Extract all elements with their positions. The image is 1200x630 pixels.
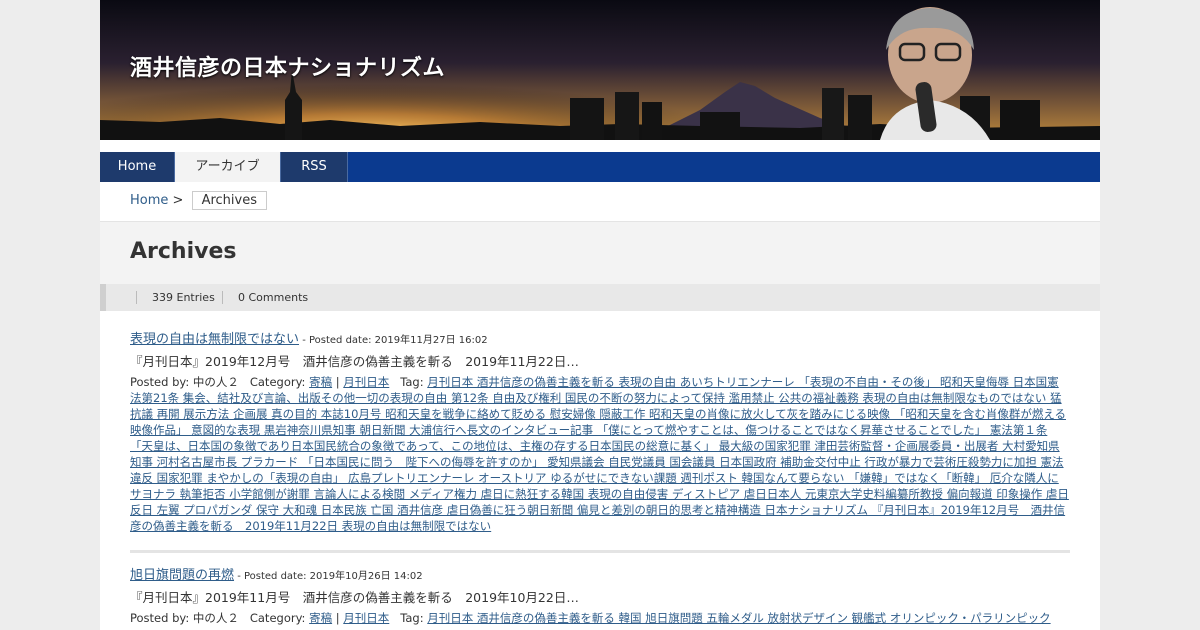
archive-meta-bar: 339 Entries 0 Comments	[100, 284, 1100, 311]
site-title[interactable]: 酒井信彦の日本ナショナリズム	[130, 50, 445, 82]
breadcrumb: Home > Archives	[130, 191, 267, 210]
post-title-line: 表現の自由は無制限ではない - Posted date: 2019年11月27日…	[130, 332, 1070, 349]
post-tags[interactable]: 月刊日本 酒井信彦の偽善主義を斬る 表現の自由 あいちトリエンナーレ 「表現の不…	[130, 375, 1069, 533]
post-author: Posted by: 中の人２	[130, 375, 239, 389]
breadcrumb-home-link[interactable]: Home	[130, 193, 168, 208]
breadcrumb-current: Archives	[191, 191, 267, 210]
post-excerpt: 『月刊日本』2019年12月号 酒井信彦の偽善主義を斬る 2019年11月22日…	[130, 354, 579, 369]
category-link[interactable]: 寄稿	[309, 375, 332, 389]
breadcrumb-separator: >	[172, 193, 184, 208]
category-link[interactable]: 寄稿	[309, 611, 332, 625]
page-wrapper: 酒井信彦の日本ナショナリズム Home アーカイブ RSS Home > Arc…	[100, 0, 1100, 630]
nav-item-rss[interactable]: RSS	[281, 152, 348, 182]
tag-label: Tag:	[400, 611, 424, 625]
category-label: Category:	[249, 375, 306, 389]
page-title: Archives	[130, 239, 237, 264]
post-meta: Posted by: 中の人２ Category: 寄稿 | 月刊日本 Tag:…	[130, 611, 1051, 625]
tag-label: Tag:	[400, 375, 424, 389]
post-divider	[130, 550, 1070, 553]
site-header: 酒井信彦の日本ナショナリズム	[100, 0, 1100, 140]
post-excerpt: 『月刊日本』2019年11月号 酒井信彦の偽善主義を斬る 2019年10月22日…	[130, 590, 579, 605]
page-title-bar: Archives	[100, 221, 1100, 285]
main-navigation: Home アーカイブ RSS	[100, 152, 1100, 182]
post-tags[interactable]: 月刊日本 酒井信彦の偽善主義を斬る 韓国 旭日旗問題 五輪メダル 放射状デザイン…	[427, 611, 1050, 625]
category-link[interactable]: 月刊日本	[343, 375, 389, 389]
post-entry: 旭日旗問題の再燃 - Posted date: 2019年10月26日 14:0…	[130, 568, 1070, 626]
post-meta: Posted by: 中の人２ Category: 寄稿 | 月刊日本 Tag:…	[130, 375, 1069, 533]
post-date: - Posted date: 2019年11月27日 16:02	[299, 335, 488, 346]
category-label: Category:	[249, 611, 306, 625]
post-entry: 表現の自由は無制限ではない - Posted date: 2019年11月27日…	[130, 332, 1070, 534]
post-title-link[interactable]: 表現の自由は無制限ではない	[130, 332, 299, 347]
comments-count: 0 Comments	[222, 291, 308, 304]
nav-item-archive[interactable]: アーカイブ	[175, 152, 281, 182]
post-title-link[interactable]: 旭日旗問題の再燃	[130, 568, 234, 583]
category-link[interactable]: 月刊日本	[343, 611, 389, 625]
entries-count: 339 Entries	[136, 291, 215, 304]
post-date: - Posted date: 2019年10月26日 14:02	[234, 571, 423, 582]
nav-item-home[interactable]: Home	[100, 152, 175, 182]
post-author: Posted by: 中の人２	[130, 611, 239, 625]
post-title-line: 旭日旗問題の再燃 - Posted date: 2019年10月26日 14:0…	[130, 568, 1070, 585]
